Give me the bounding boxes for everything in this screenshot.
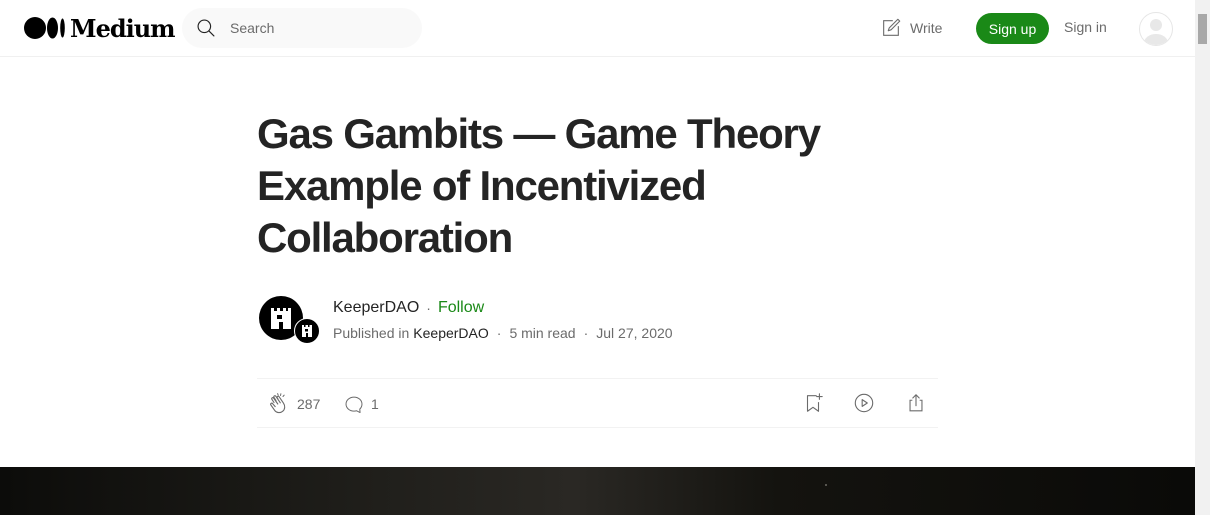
write-icon [883, 18, 901, 36]
author-block: KeeperDAO · Follow Published in KeeperDA… [259, 296, 939, 346]
read-time: 5 min read [509, 325, 576, 341]
profile-avatar[interactable] [1139, 12, 1173, 46]
publish-date: Jul 27, 2020 [596, 325, 673, 341]
write-label: Write [910, 20, 943, 36]
medium-logo-text: Medium [70, 13, 176, 43]
responses-button[interactable]: 1 [343, 393, 379, 415]
save-button[interactable] [802, 392, 824, 419]
publication-avatar[interactable] [294, 318, 320, 344]
medium-logo[interactable]: Medium [24, 13, 176, 43]
search-bar[interactable] [182, 8, 422, 48]
castle-logo-icon [302, 325, 312, 337]
author-line: KeeperDAO · Follow [333, 299, 484, 317]
article-action-bar: 287 1 [257, 378, 938, 428]
sign-in-link[interactable]: Sign in [1064, 19, 1107, 35]
published-in-label: Published in [333, 325, 410, 341]
scrollbar-thumb[interactable] [1198, 14, 1207, 44]
play-icon [854, 393, 874, 413]
hero-image-detail [825, 484, 827, 486]
sign-up-button[interactable]: Sign up [976, 13, 1049, 44]
author-name-link[interactable]: KeeperDAO [333, 299, 419, 317]
search-input[interactable] [228, 19, 402, 37]
share-icon [909, 394, 923, 412]
separator-dot: · [583, 325, 589, 341]
comment-icon [345, 396, 363, 414]
top-navbar: Medium Write Sign up Sign in [0, 0, 1195, 57]
write-button[interactable]: Write [880, 16, 942, 40]
bookmark-add-icon [806, 393, 823, 412]
medium-logo-mark-icon [24, 16, 66, 40]
article-title: Gas Gambits — Game Theory Example of Inc… [257, 110, 821, 261]
separator-dot: · [426, 300, 431, 316]
listen-button[interactable] [853, 392, 875, 419]
response-count: 1 [371, 396, 379, 412]
share-button[interactable] [905, 392, 927, 419]
search-icon [197, 19, 215, 37]
article-hero-image [0, 467, 1195, 515]
clap-icon [270, 393, 286, 414]
clap-button[interactable]: 287 [267, 392, 320, 416]
default-user-icon [1144, 19, 1168, 45]
publication-link[interactable]: KeeperDAO [413, 325, 488, 341]
clap-count: 287 [297, 396, 321, 412]
follow-button[interactable]: Follow [438, 299, 484, 317]
separator-dot: · [496, 325, 502, 341]
page-scrollbar[interactable] [1195, 0, 1210, 515]
article-meta: Published in KeeperDAO · 5 min read · Ju… [333, 325, 673, 341]
